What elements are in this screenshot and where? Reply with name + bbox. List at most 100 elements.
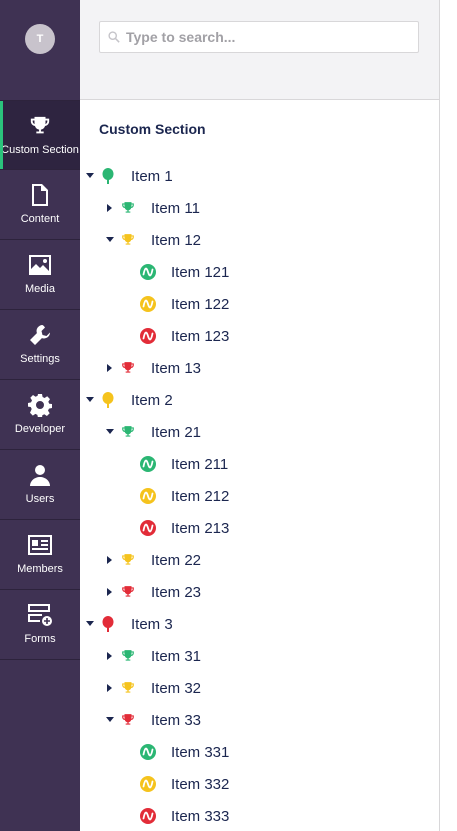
nav-item-forms[interactable]: Forms [0, 590, 80, 660]
nav-item-developer[interactable]: Developer [0, 380, 80, 450]
tree-node[interactable]: Item 33 [80, 704, 440, 736]
caret-down-icon[interactable] [106, 716, 114, 724]
nav-label: Content [20, 213, 60, 225]
id-card-icon [27, 532, 53, 558]
tree-node[interactable]: Item 11 [80, 192, 440, 224]
tree-node[interactable]: Item 332 [80, 768, 440, 800]
tree-node[interactable]: Item 21 [80, 416, 440, 448]
tree-node[interactable]: Item 2 [80, 384, 440, 416]
nav-item-settings[interactable]: Settings [0, 310, 80, 380]
wave-icon [140, 808, 156, 824]
wave-icon [140, 296, 156, 312]
nav-label: Users [25, 493, 55, 505]
caret-right-icon[interactable] [106, 684, 114, 692]
tree-node[interactable]: Item 122 [80, 288, 440, 320]
tree-node[interactable]: Item 212 [80, 480, 440, 512]
caret-right-icon[interactable] [106, 652, 114, 660]
document-icon [27, 182, 53, 208]
trophy-icon [120, 232, 136, 248]
nav-label: Custom Section [1, 143, 79, 156]
tree-node[interactable]: Item 211 [80, 448, 440, 480]
trophy-icon [120, 200, 136, 216]
caret-down-icon[interactable] [106, 428, 114, 436]
trophy-icon [120, 680, 136, 696]
tree-node[interactable]: Item 213 [80, 512, 440, 544]
nav-item-members[interactable]: Members [0, 520, 80, 590]
tree-node-label: Item 3 [131, 615, 173, 633]
tree-node-label: Item 22 [151, 551, 202, 569]
nav-label: Members [17, 563, 63, 575]
tree-node-label: Item 31 [151, 647, 202, 665]
tree-node[interactable]: Item 3 [80, 608, 440, 640]
trophy-icon [120, 712, 136, 728]
tree-icon [100, 616, 116, 632]
tree-node-label: Item 2 [131, 391, 173, 409]
tree-icon [100, 168, 116, 184]
tree-node-label: Item 11 [151, 199, 200, 217]
tree-node-label: Item 332 [171, 775, 230, 793]
trophy-icon [120, 424, 136, 440]
nav-item-custom-section[interactable]: Custom Section [0, 100, 80, 170]
tree-node[interactable]: Item 121 [80, 256, 440, 288]
tree-node-label: Item 331 [171, 743, 230, 761]
tree-node-label: Item 21 [151, 423, 202, 441]
tree-node-label: Item 33 [151, 711, 202, 729]
wave-icon [140, 488, 156, 504]
tree-node-label: Item 12 [151, 231, 202, 249]
wrench-icon [27, 322, 53, 348]
wave-icon [140, 456, 156, 472]
tree-node-label: Item 122 [171, 295, 230, 313]
trophy-icon [27, 113, 53, 139]
avatar-area: T [0, 0, 80, 100]
search-icon [108, 31, 120, 43]
tree-node[interactable]: Item 123 [80, 320, 440, 352]
caret-down-icon[interactable] [86, 172, 94, 180]
tree-node-label: Item 13 [151, 359, 202, 377]
wave-icon [140, 520, 156, 536]
avatar[interactable]: T [25, 24, 55, 54]
wave-icon [140, 328, 156, 344]
trophy-icon [120, 648, 136, 664]
tree-node[interactable]: Item 12 [80, 224, 440, 256]
caret-right-icon[interactable] [106, 588, 114, 596]
tree-node-label: Item 212 [171, 487, 230, 505]
caret-down-icon[interactable] [86, 620, 94, 628]
nav-label: Media [25, 283, 55, 295]
search-input[interactable] [126, 29, 406, 45]
tree-node[interactable]: Item 22 [80, 544, 440, 576]
tree-node[interactable]: Item 23 [80, 576, 440, 608]
nav-label: Settings [20, 353, 60, 365]
image-icon [27, 252, 53, 278]
tree-node[interactable]: Item 333 [80, 800, 440, 831]
nav-label: Developer [14, 423, 66, 435]
tree-node[interactable]: Item 13 [80, 352, 440, 384]
tree-node-label: Item 32 [151, 679, 202, 697]
search-header [80, 0, 439, 100]
search-box[interactable] [99, 21, 419, 53]
gear-icon [27, 392, 53, 418]
section-title: Custom Section [99, 121, 206, 137]
wave-icon [140, 264, 156, 280]
content-tree: Item 1 Item 11 Item 12 Item 121 Item 122 Item… [80, 160, 440, 831]
wave-icon [140, 744, 156, 760]
caret-right-icon[interactable] [106, 364, 114, 372]
caret-right-icon[interactable] [106, 556, 114, 564]
tree-node[interactable]: Item 331 [80, 736, 440, 768]
caret-right-icon[interactable] [106, 204, 114, 212]
nav-item-content[interactable]: Content [0, 170, 80, 240]
nav-label: Forms [24, 633, 56, 645]
tree-node[interactable]: Item 1 [80, 160, 440, 192]
wave-icon [140, 776, 156, 792]
tree-node[interactable]: Item 31 [80, 640, 440, 672]
tree-node[interactable]: Item 32 [80, 672, 440, 704]
tree-node-label: Item 123 [171, 327, 230, 345]
caret-down-icon[interactable] [106, 236, 114, 244]
caret-down-icon[interactable] [86, 396, 94, 404]
tree-node-label: Item 333 [171, 807, 230, 825]
tree-node-label: Item 211 [171, 455, 229, 473]
nav-item-users[interactable]: Users [0, 450, 80, 520]
tree-node-label: Item 1 [131, 167, 173, 185]
tree-node-label: Item 213 [171, 519, 230, 537]
trophy-icon [120, 584, 136, 600]
nav-item-media[interactable]: Media [0, 240, 80, 310]
